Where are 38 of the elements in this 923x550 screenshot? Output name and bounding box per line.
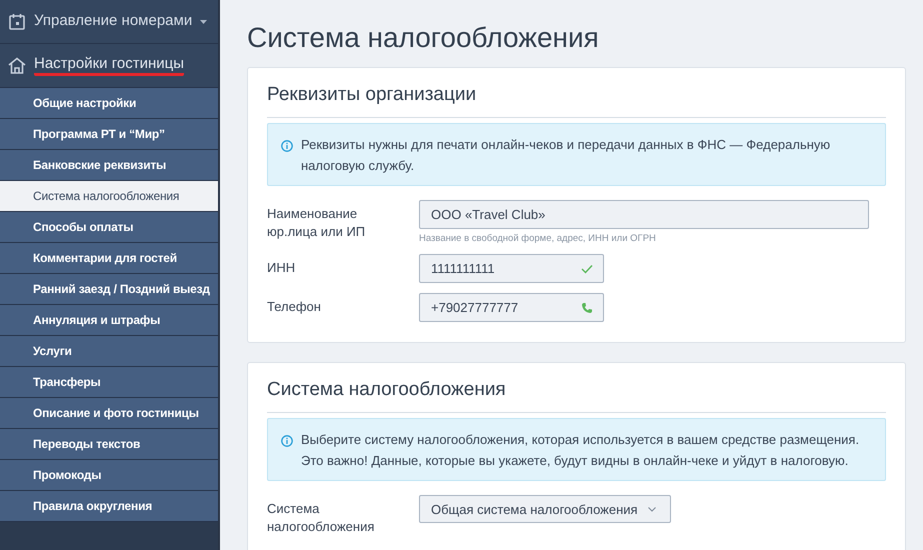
sidebar-section[interactable]: Управление номерами	[0, 0, 218, 44]
card-title: Реквизиты организации	[267, 84, 886, 118]
phone-icon	[581, 302, 593, 314]
sidebar-item[interactable]: Аннуляция и штрафы	[0, 305, 218, 336]
sidebar-item[interactable]: Описание и фото гостиницы	[0, 398, 218, 429]
sidebar-item[interactable]: Программа РТ и “Мир”	[0, 119, 218, 150]
chevron-icon	[648, 506, 656, 512]
sidebar-item[interactable]: Трансферы	[0, 367, 218, 398]
sidebar-item[interactable]: Общие настройки	[0, 88, 218, 119]
notice-text: Реквизиты нужны для печати онлайн-чеков и передачи данных в ФНС — Федеральную налоговую службу.	[301, 136, 832, 175]
field-label: Телефон	[267, 298, 322, 316]
calendar-icon	[8, 12, 26, 30]
select-dropdown[interactable]: Общая система налогообложения	[419, 495, 671, 523]
field-hint: Название в свободной форме, адрес, ИНН или ОГРН	[419, 233, 657, 244]
sidebar-item[interactable]: Система налогообложения	[0, 181, 218, 212]
sidebar-item[interactable]: Правила округления	[0, 491, 218, 522]
page-title: Система налогообложения	[247, 22, 600, 54]
field-label: ИНН	[267, 259, 296, 277]
sidebar-item[interactable]: Промокоды	[0, 460, 218, 491]
info-icon	[281, 435, 293, 447]
caret-icon	[200, 20, 208, 24]
sidebar-item[interactable]: Способы оплаты	[0, 212, 218, 243]
input-field[interactable]: 1111111111	[419, 254, 604, 283]
check-icon	[581, 264, 593, 274]
sidebar-item[interactable]: Переводы текстов	[0, 429, 218, 460]
sidebar-item[interactable]: Ранний заезд / Поздний выезд	[0, 274, 218, 305]
input-field[interactable]: +79027777777	[419, 293, 604, 322]
info-icon	[281, 140, 293, 152]
sidebar-item[interactable]: Банковские реквизиты	[0, 150, 218, 181]
notice-text: Выберите систему налогообложения, которая используется в вашем средстве размещения. Это важно! Данные, которые вы укажете, будут видны в онлайн-чеке и уйдут в налоговую.	[301, 431, 860, 470]
sidebar-item[interactable]: Услуги	[0, 336, 218, 367]
field-label: Система налогообложения	[267, 500, 376, 536]
home-icon	[8, 57, 26, 74]
card-title: Система налогообложения	[267, 379, 886, 413]
field-label: Наименование юр.лица или ИП	[267, 205, 366, 241]
input-field[interactable]: ООО «Travel Club»	[419, 200, 869, 229]
sidebar-item[interactable]: Комментарии для гостей	[0, 243, 218, 274]
sidebar-section[interactable]: Настройки гостиницы	[0, 44, 218, 88]
